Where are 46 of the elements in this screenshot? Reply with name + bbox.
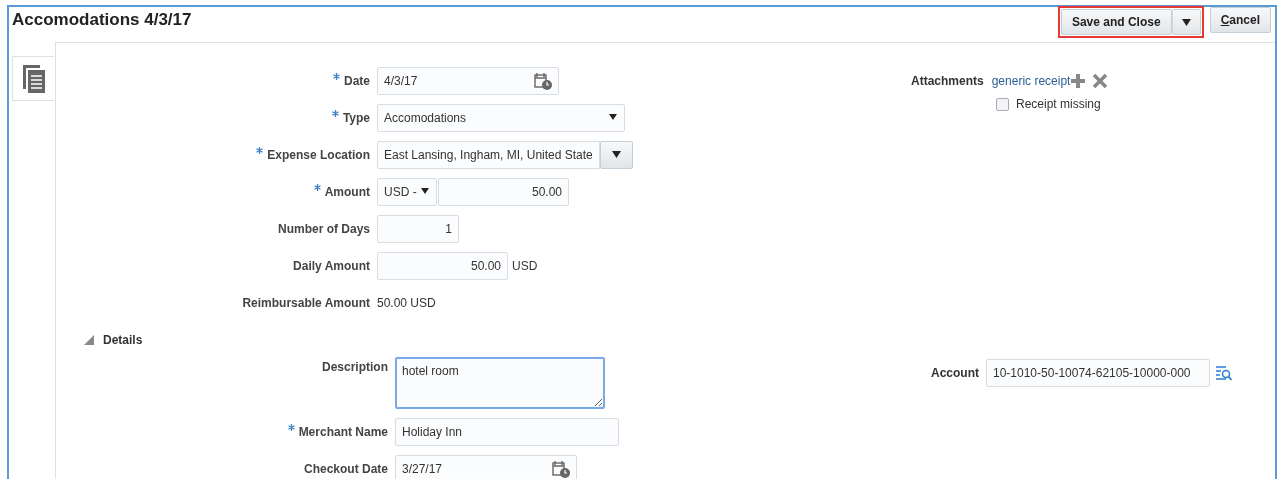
amount-field[interactable]: 50.00 <box>438 177 569 206</box>
caret-icon <box>609 114 618 121</box>
expand-icon[interactable] <box>84 335 94 345</box>
field-label: Date <box>344 73 370 88</box>
amount-text: 50.00 USD <box>377 294 436 312</box>
dropdown-button[interactable] <box>599 140 633 169</box>
search-icon[interactable] <box>1215 364 1233 382</box>
checkbox-label: Receipt missing <box>1016 96 1101 113</box>
calendar-icon[interactable] <box>534 71 552 90</box>
number-field[interactable]: 50.00 <box>377 251 508 280</box>
field-label: Checkout Date <box>303 461 388 476</box>
attachments-label: Attachments <box>911 72 984 90</box>
side-tab[interactable] <box>12 56 54 101</box>
calendar-icon[interactable] <box>552 459 570 478</box>
field-label: Expense Location <box>267 147 370 162</box>
unit-text: USD <box>512 257 538 275</box>
number-field[interactable]: 1 <box>377 214 459 243</box>
currency-dropdown[interactable]: USD - <box>377 177 437 206</box>
description-field[interactable]: hotel room <box>395 357 605 409</box>
location-field[interactable]: East Lansing, Ingham, MI, United State <box>377 140 600 169</box>
page-title: Accomodations 4/3/17 <box>12 10 192 31</box>
field-label: Number of Days <box>277 221 370 236</box>
attachment-link[interactable]: generic receipt <box>991 71 1071 90</box>
date-field[interactable]: 4/3/17 <box>377 66 559 95</box>
date-field[interactable]: 3/27/17 <box>395 454 577 479</box>
account-label: Account <box>931 365 979 382</box>
field-label: Merchant Name <box>298 424 388 439</box>
field-label: Amount <box>324 184 370 199</box>
field-label: Description <box>322 360 388 374</box>
save-and-close-button[interactable]: Save and Close <box>1060 9 1172 35</box>
document-icon[interactable] <box>22 64 45 93</box>
caret-icon <box>1180 17 1192 27</box>
field-label: Daily Amount <box>293 258 370 273</box>
cancel-button[interactable]: Cancel <box>1209 7 1271 33</box>
caret-icon <box>610 150 622 159</box>
close-icon[interactable] <box>1092 72 1109 89</box>
dropdown-button[interactable] <box>1171 9 1201 35</box>
type-dropdown[interactable]: Accomodations <box>377 103 625 132</box>
add-icon[interactable] <box>1070 72 1087 89</box>
section-header[interactable]: Details <box>103 331 143 349</box>
field-label: Reimbursable Amount <box>242 295 370 310</box>
caret-icon <box>420 188 430 195</box>
text-field[interactable]: Holiday Inn <box>395 417 619 446</box>
account-field[interactable]: 10-1010-50-10074-62105-10000-000 <box>986 359 1210 387</box>
checkbox[interactable] <box>996 97 1009 111</box>
field-label: Type <box>342 110 370 125</box>
